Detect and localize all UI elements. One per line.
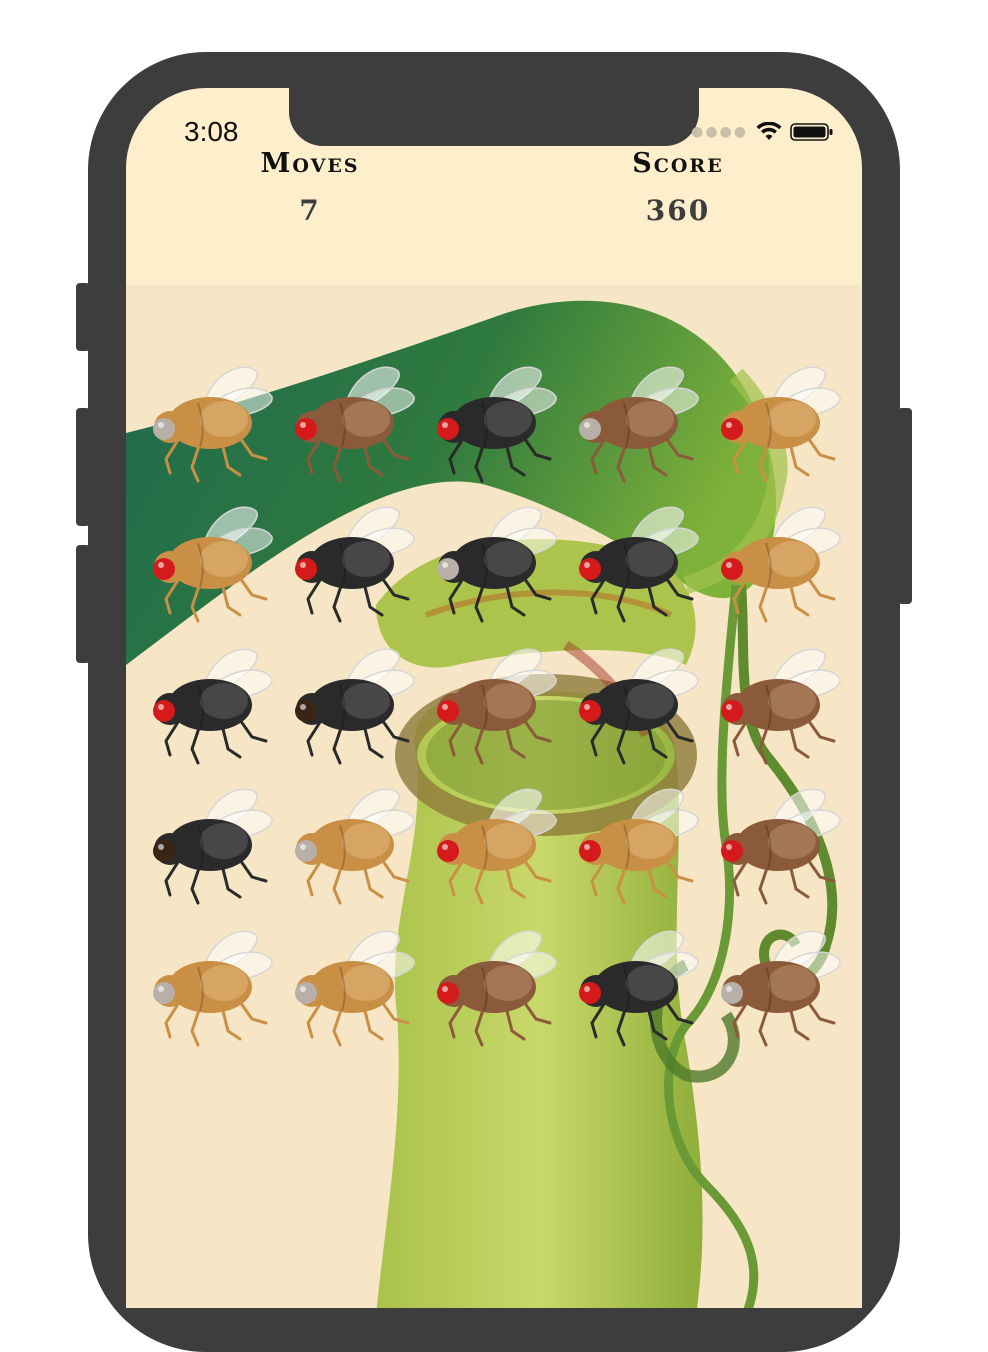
- fly-tile-brown[interactable]: [712, 645, 842, 769]
- fly-icon: [721, 648, 841, 765]
- fly-tile-black[interactable]: [428, 363, 558, 487]
- fly-icon: [437, 366, 557, 483]
- fly-icon: [721, 506, 841, 623]
- fly-icon: [153, 788, 273, 905]
- fly-tile-ginger[interactable]: [286, 927, 416, 1051]
- status-icons: ●●●●: [691, 122, 834, 142]
- fly-icon: [153, 506, 273, 623]
- fly-tile-brown[interactable]: [570, 363, 700, 487]
- fly-tile-ginger[interactable]: [286, 785, 416, 909]
- game-screen: 3:08 ●●●● Moves 7 Score 360: [126, 88, 862, 1308]
- status-time: 3:08: [184, 116, 239, 147]
- fly-tile-brown[interactable]: [428, 645, 558, 769]
- fly-tile-black[interactable]: [570, 927, 700, 1051]
- fly-tile-ginger[interactable]: [712, 503, 842, 627]
- fly-tile-black[interactable]: [144, 645, 274, 769]
- score-value: 360: [645, 194, 711, 227]
- fly-icon: [579, 506, 699, 623]
- fly-tile-black[interactable]: [570, 645, 700, 769]
- battery-icon: [790, 123, 833, 141]
- fly-icon: [579, 788, 699, 905]
- fly-icon: [437, 648, 557, 765]
- fly-tile-brown[interactable]: [712, 927, 842, 1051]
- fly-icon: [295, 788, 415, 905]
- game-board: [126, 285, 862, 1308]
- fly-icon: [295, 930, 415, 1047]
- fly-tile-ginger[interactable]: [144, 503, 274, 627]
- fly-tile-black[interactable]: [570, 503, 700, 627]
- notch: [289, 88, 699, 146]
- fly-tile-ginger[interactable]: [144, 927, 274, 1051]
- fly-icon: [437, 506, 557, 623]
- fly-icon: [295, 648, 415, 765]
- power-button[interactable]: [898, 408, 912, 604]
- fly-tile-black[interactable]: [428, 503, 558, 627]
- wifi-icon: [756, 122, 782, 140]
- fly-tile-black[interactable]: [286, 645, 416, 769]
- fly-icon: [295, 366, 415, 483]
- signal-icon: ●●●●: [691, 124, 748, 140]
- moves-label: Moves: [260, 148, 360, 179]
- fly-tile-ginger[interactable]: [144, 363, 274, 487]
- fly-icon: [295, 506, 415, 623]
- fly-icon: [579, 648, 699, 765]
- moves-value: 7: [299, 194, 321, 227]
- fly-icon: [721, 366, 841, 483]
- fly-icon: [153, 366, 273, 483]
- fly-icon: [579, 366, 699, 483]
- fly-tile-black[interactable]: [286, 503, 416, 627]
- fly-tile-brown[interactable]: [286, 363, 416, 487]
- fly-tile-ginger[interactable]: [428, 785, 558, 909]
- fly-icon: [153, 930, 273, 1047]
- fly-tile-ginger[interactable]: [570, 785, 700, 909]
- fly-icon: [153, 648, 273, 765]
- fly-tile-brown[interactable]: [712, 785, 842, 909]
- fly-icon: [437, 788, 557, 905]
- fly-tile-black[interactable]: [144, 785, 274, 909]
- fly-tile-brown[interactable]: [428, 927, 558, 1051]
- fly-icon: [437, 930, 557, 1047]
- fly-icon: [579, 930, 699, 1047]
- fly-icon: [721, 930, 841, 1047]
- score-label: Score: [632, 148, 724, 179]
- fly-icon: [721, 788, 841, 905]
- fly-tile-ginger[interactable]: [712, 363, 842, 487]
